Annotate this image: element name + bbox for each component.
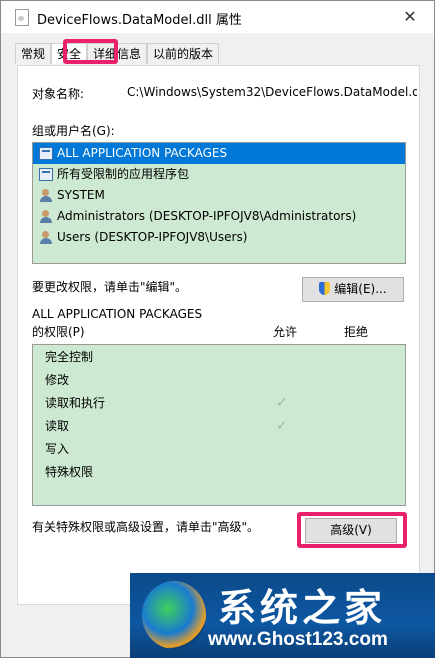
list-item[interactable]: Administrators (DESKTOP-IPFOJV8\Administ… (33, 206, 405, 227)
tab-security[interactable]: 安全 (51, 43, 88, 64)
window-title: DeviceFlows.DataModel.dll 属性 (37, 13, 242, 28)
permission-row: 完全控制 (33, 346, 405, 369)
list-item[interactable]: Users (DESKTOP-IPFOJV8\Users) (33, 227, 405, 248)
security-panel: 对象名称: C:\Windows\System32\DeviceFlows.Da… (17, 65, 420, 605)
permission-name: 完全控制 (45, 350, 94, 364)
list-item[interactable]: SYSTEM (33, 185, 405, 206)
permission-row: 修改 (33, 369, 405, 392)
permission-name: 读取 (45, 419, 70, 433)
group-name: SYSTEM (57, 188, 105, 202)
deny-column-header: 拒绝 (344, 325, 369, 339)
permission-name: 读取和执行 (45, 396, 106, 410)
advanced-button[interactable]: 高级(V) (305, 518, 397, 543)
edit-button[interactable]: 编辑(E)... (302, 277, 404, 302)
group-name: 所有受限制的应用程序包 (57, 167, 190, 181)
group-name: Users (DESKTOP-IPFOJV8\Users) (57, 230, 248, 244)
groups-label: 组或用户名(G): (32, 124, 115, 138)
watermark-banner: 系统之家 www.Ghost123.com (130, 573, 435, 658)
uac-shield-icon (319, 282, 331, 295)
user-group-icon (39, 189, 53, 202)
watermark-url: www.Ghost123.com (208, 629, 388, 650)
object-name-label: 对象名称: (32, 87, 85, 101)
tab-previous-versions[interactable]: 以前的版本 (147, 43, 220, 64)
package-icon (39, 147, 53, 160)
advanced-hint: 有关特殊权限或高级设置，请单击"高级"。 (32, 520, 260, 534)
object-name-value: C:\Windows\System32\DeviceFlows.DataMode… (127, 85, 417, 99)
package-icon (39, 168, 53, 181)
permissions-label: 的权限(P) (32, 325, 85, 339)
permission-name: 写入 (45, 442, 70, 456)
permission-row: 写入 (33, 438, 405, 461)
watermark-title: 系统之家 (218, 585, 387, 630)
list-item[interactable]: 所有受限制的应用程序包 (33, 164, 405, 185)
group-name: ALL APPLICATION PACKAGES (57, 146, 228, 160)
close-button[interactable]: ✕ (398, 5, 422, 29)
permissions-for-label: ALL APPLICATION PACKAGES (32, 307, 203, 321)
tab-details[interactable]: 详细信息 (87, 43, 148, 64)
file-icon (15, 9, 29, 26)
permission-row: 特殊权限 (33, 461, 405, 484)
list-item[interactable]: ALL APPLICATION PACKAGES (33, 143, 405, 164)
permission-row: 读取 ✓ (33, 415, 405, 438)
allow-column-header: 允许 (273, 325, 298, 339)
properties-window: DeviceFlows.DataModel.dll 属性 ✕ 常规 安全 详细信… (0, 0, 435, 658)
allow-checkmark-icon: ✓ (276, 418, 288, 434)
edit-button-label: 编辑(E)... (334, 282, 387, 296)
group-name: Administrators (DESKTOP-IPFOJV8\Administ… (57, 209, 357, 223)
user-group-icon (39, 210, 53, 223)
groups-list[interactable]: ALL APPLICATION PACKAGES 所有受限制的应用程序包 SYS… (32, 142, 406, 264)
permission-name: 特殊权限 (45, 465, 94, 479)
tab-strip: 常规 安全 详细信息 以前的版本 (15, 43, 220, 65)
allow-checkmark-icon: ✓ (276, 395, 288, 411)
permission-name: 修改 (45, 373, 70, 387)
system-home-logo-icon (142, 581, 206, 649)
permission-row: 读取和执行 ✓ (33, 392, 405, 415)
user-group-icon (39, 231, 53, 244)
title-bar: DeviceFlows.DataModel.dll 属性 ✕ (1, 1, 434, 33)
permissions-list: 完全控制 修改 读取和执行 ✓ 读取 ✓ 写入 特殊权限 (32, 344, 406, 506)
tab-general[interactable]: 常规 (15, 43, 52, 64)
change-permissions-hint: 要更改权限，请单击"编辑"。 (32, 280, 188, 294)
